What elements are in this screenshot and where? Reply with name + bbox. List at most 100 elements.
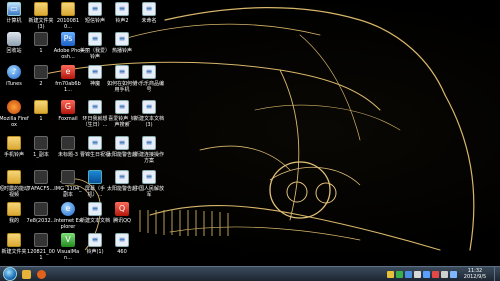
tray-icon[interactable] bbox=[441, 270, 448, 278]
desktop-icon[interactable]: Q 腾讯QQ bbox=[108, 202, 136, 224]
desktop-icon[interactable]: ≡ 如何在如何使用手机 bbox=[107, 65, 137, 93]
tray-icon[interactable] bbox=[405, 270, 412, 278]
desktop-icon[interactable]: ≡ 新建文本文档 (3) bbox=[134, 100, 164, 128]
doc-icon: ≡ bbox=[115, 100, 129, 114]
desktop[interactable]: ▭ 计算机 新建文件夹 (3) 20100810... ≡ 短信铃声 ≡ 铃声2 ≡ 未命名回收站… bbox=[0, 0, 500, 266]
desktop-icon-label: 新建文本文档 bbox=[80, 218, 111, 224]
doc-icon: ≡ bbox=[88, 2, 102, 16]
firefox-icon bbox=[37, 269, 46, 279]
doc-icon: ≡ bbox=[88, 202, 102, 216]
desktop-icon-label: fm70ab6b1... bbox=[55, 81, 81, 93]
clock[interactable]: 11:32 2012/9/5 bbox=[458, 268, 492, 280]
taskbar-explorer-button[interactable] bbox=[20, 268, 33, 280]
red-icon: G bbox=[61, 100, 75, 114]
tray-icon[interactable] bbox=[414, 270, 421, 278]
desktop-icon-label: 20100810... bbox=[56, 18, 80, 30]
desktop-icon-label: 环日我就想（生日）... bbox=[82, 116, 108, 128]
desktop-icon[interactable]: 1 bbox=[27, 100, 55, 122]
desktop-icon-label: 1_副本 bbox=[33, 152, 49, 158]
dark-icon bbox=[34, 65, 48, 79]
tray-icon[interactable] bbox=[396, 270, 403, 278]
folder-icon bbox=[34, 2, 48, 16]
desktop-icon[interactable]: 2 bbox=[27, 65, 55, 87]
desktop-icon-label: VisualMan... bbox=[56, 249, 80, 261]
tray-icon[interactable] bbox=[423, 270, 430, 278]
desktop-icon[interactable]: 1 bbox=[27, 32, 55, 54]
doc-icon: ≡ bbox=[142, 65, 156, 79]
screen-icon bbox=[88, 170, 102, 184]
desktop-icon[interactable]: ≡ 太阳能警告起 bbox=[107, 170, 138, 192]
desktop-icon-label: 新建连接操作方案 bbox=[134, 152, 165, 164]
desktop-icon-label: 小乐乐商品编号 bbox=[134, 81, 165, 93]
desktop-icon[interactable]: e Internet Explorer bbox=[54, 202, 82, 230]
desktop-icon-label: IMG_1104_副本 bbox=[54, 186, 82, 198]
folder-icon bbox=[7, 136, 21, 150]
desktop-icon-label: 太阳能警告起 bbox=[107, 186, 138, 192]
desktop-icon[interactable]: 7AFACF5... bbox=[27, 170, 55, 192]
tray-icon[interactable] bbox=[387, 270, 394, 278]
folder-icon bbox=[7, 170, 21, 184]
desktop-icon[interactable]: 120821_001 bbox=[27, 233, 55, 261]
taskbar: 11:32 2012/9/5 bbox=[0, 266, 500, 281]
desktop-icon[interactable]: 1_副本 bbox=[27, 136, 55, 158]
desktop-icon-label: 460 bbox=[117, 249, 127, 255]
tray-icon[interactable] bbox=[432, 270, 439, 278]
desktop-icon[interactable]: 我的 bbox=[0, 202, 28, 224]
trash-icon bbox=[7, 32, 21, 46]
red-icon: e bbox=[61, 65, 75, 79]
desktop-icon[interactable]: 新建文件夹 (3) bbox=[27, 2, 55, 30]
fox-icon bbox=[7, 100, 21, 114]
desktop-icon[interactable]: ♪ iTunes bbox=[0, 65, 28, 87]
desktop-icon[interactable]: ≡ 中国人民解放军 bbox=[134, 170, 164, 198]
folder-icon bbox=[61, 2, 75, 16]
desktop-icon[interactable]: ≡ 喜爱铃声_铃声搜索 bbox=[108, 100, 136, 128]
dark-icon bbox=[34, 32, 48, 46]
desktop-icon[interactable]: G Foxmail bbox=[54, 100, 82, 122]
desktop-icon[interactable]: V VisualMan... bbox=[54, 233, 82, 261]
desktop-icon[interactable]: e fm70ab6b1... bbox=[54, 65, 82, 93]
doc-icon: ≡ bbox=[115, 233, 129, 247]
desktop-icon[interactable]: ≡ 460 bbox=[108, 233, 136, 255]
globe-icon: e bbox=[61, 202, 75, 216]
doc-icon: ≡ bbox=[142, 136, 156, 150]
desktop-icon[interactable]: ≡ 未命名 bbox=[135, 2, 163, 24]
doc-icon: ≡ bbox=[115, 65, 129, 79]
desktop-icon[interactable]: Ps Adobe Photosh... bbox=[54, 32, 82, 60]
desktop-icon[interactable]: 短时震的能动视频 bbox=[0, 170, 29, 198]
desktop-icon[interactable]: ≡ 短信铃声 bbox=[81, 2, 109, 24]
desktop-icon[interactable]: ≡ 热播铃声 bbox=[108, 32, 136, 54]
desktop-icon[interactable]: Mozilla Firefox bbox=[0, 100, 29, 128]
desktop-icon[interactable]: 手机铃声 bbox=[0, 136, 28, 158]
desktop-icon[interactable]: 未标题-3 bbox=[54, 136, 82, 158]
start-button[interactable] bbox=[2, 267, 18, 281]
desktop-icon-label: 手机铃声 bbox=[3, 152, 24, 158]
desktop-icon[interactable]: ≡ 铃声2 bbox=[108, 2, 136, 24]
desktop-icon[interactable]: 20100810... bbox=[54, 2, 82, 30]
desktop-icon[interactable]: ≡ 新建连接操作方案 bbox=[134, 136, 165, 164]
desktop-icon[interactable]: 回收站 bbox=[0, 32, 28, 54]
desktop-icon-label: 曹锦生日祝福 bbox=[80, 152, 111, 158]
system-tray: 11:32 2012/9/5 bbox=[386, 267, 500, 281]
desktop-icon-label: 短信铃声 bbox=[84, 18, 105, 24]
desktop-icon[interactable]: 7e8(2032... bbox=[27, 202, 55, 224]
desktop-icon[interactable]: 屏幕（手机）... bbox=[81, 170, 109, 198]
taskbar-firefox-button[interactable] bbox=[35, 268, 48, 280]
doc-icon: ≡ bbox=[115, 2, 129, 16]
desktop-icon-label: 美丽（我爱）铃声 bbox=[80, 48, 111, 60]
desktop-icon[interactable]: ≡ 太阳能警告起 bbox=[107, 136, 137, 158]
desktop-icon[interactable]: ≡ 新建文本文档 bbox=[80, 202, 111, 224]
desktop-icon[interactable]: ≡ 铃声(1) bbox=[81, 233, 109, 255]
desktop-icon[interactable]: ≡ 小乐乐商品编号 bbox=[134, 65, 165, 93]
desktop-icon[interactable]: ≡ 环日我就想（生日）... bbox=[81, 100, 109, 128]
desktop-icon[interactable]: IMG_1104_副本 bbox=[54, 170, 82, 198]
desktop-icon[interactable]: ▭ 计算机 bbox=[0, 2, 28, 24]
desktop-icon[interactable]: ≡ 曹锦生日祝福 bbox=[80, 136, 111, 158]
desktop-icon-label: 未标题-3 bbox=[58, 152, 78, 158]
desktop-icon[interactable]: ≡ 美丽（我爱）铃声 bbox=[80, 32, 111, 60]
desktop-icon-label: 热播铃声 bbox=[111, 48, 132, 54]
desktop-icon-label: iTunes bbox=[6, 81, 22, 87]
show-desktop-button[interactable] bbox=[494, 267, 500, 281]
desktop-icon[interactable]: ≡ 神魔 bbox=[81, 65, 109, 87]
desktop-icon[interactable]: 新建文件夹 bbox=[0, 233, 28, 255]
tray-icon[interactable] bbox=[450, 270, 457, 278]
